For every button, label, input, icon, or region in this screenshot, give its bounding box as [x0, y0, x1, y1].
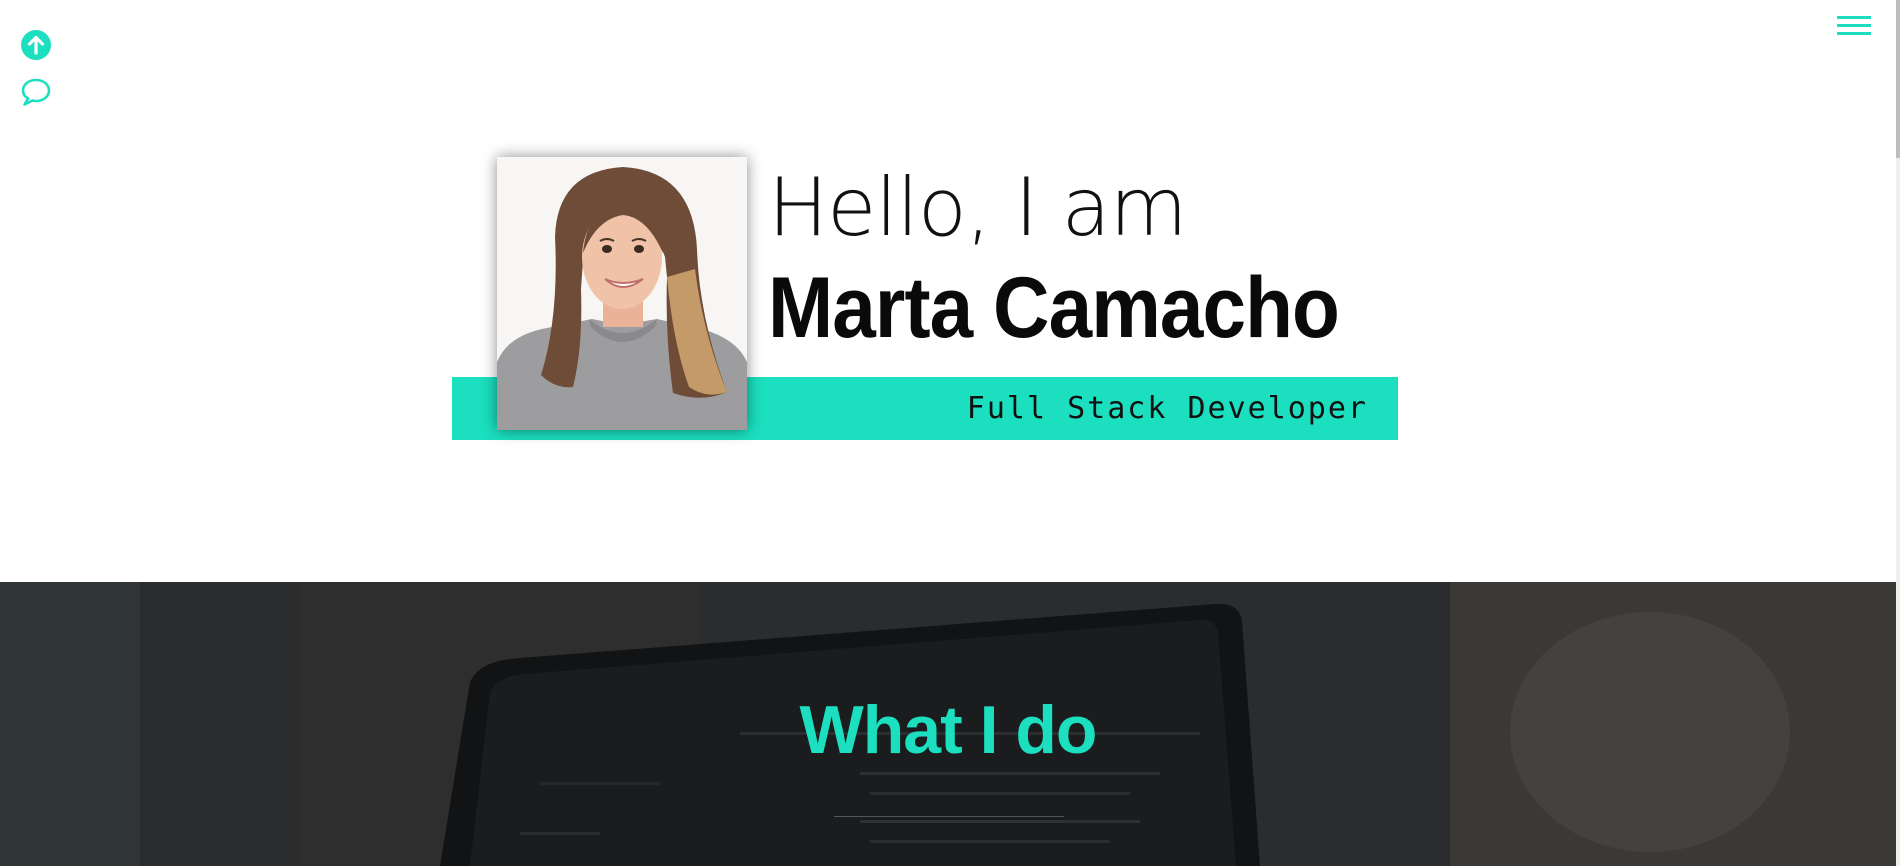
profile-photo: [497, 157, 747, 430]
hamburger-menu-icon[interactable]: [1837, 14, 1871, 38]
title-divider: [834, 816, 1064, 817]
greeting-text: Hello, I am: [768, 161, 1188, 254]
services-section: What I do: [0, 582, 1896, 866]
arrow-up-circle-icon[interactable]: [21, 30, 51, 60]
profile-photo-illustration: [497, 157, 747, 430]
person-name: Marta Camacho: [768, 260, 1340, 356]
page-scrollbar[interactable]: [1896, 0, 1900, 866]
hero-section: Full Stack Developer Hello, I am Marta C…: [0, 0, 1896, 582]
role-text: Full Stack Developer: [966, 391, 1368, 426]
floating-actions: [20, 30, 52, 107]
section-title: What I do: [799, 692, 1098, 768]
chat-bubble-icon[interactable]: [20, 77, 52, 107]
scrollbar-thumb[interactable]: [1896, 0, 1900, 158]
